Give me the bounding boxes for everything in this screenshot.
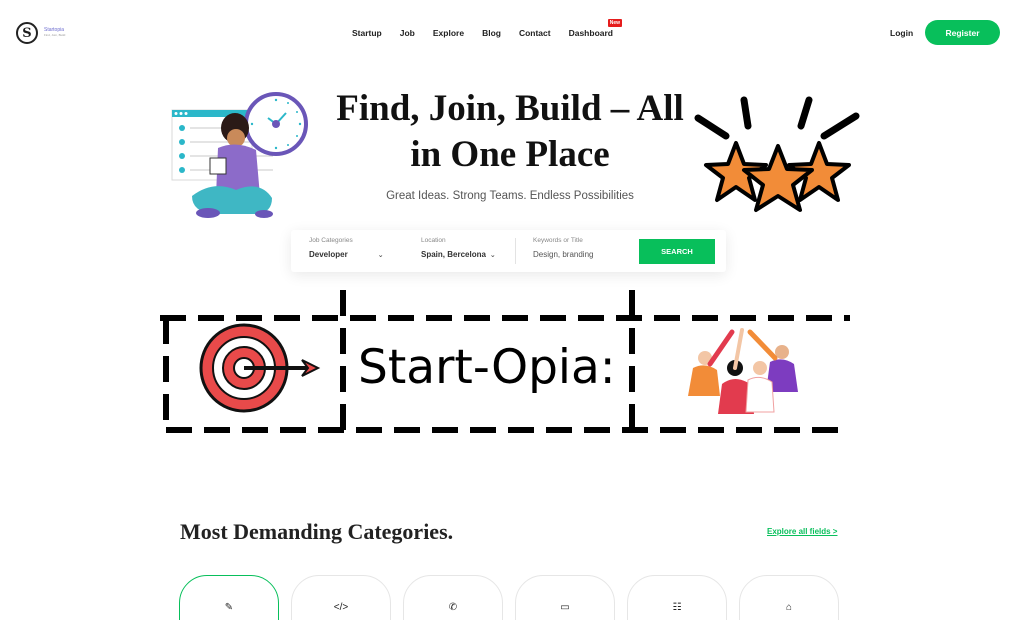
location-value: Spain, Bercelona [421,250,486,259]
category-label: Job Categories [309,237,353,244]
keywords-input[interactable]: Design, branding [533,250,593,259]
logo[interactable]: S Startopia Find, Join, Build [16,22,65,44]
category-cards: ✎ </> ✆ ▭ ☷ ⌂ [179,575,839,620]
keywords-label: Keywords or Title [533,237,583,244]
chevron-down-icon: ⌄ [377,251,384,259]
hero-title-line2: in One Place [410,134,610,175]
logo-mark: S [16,22,38,44]
keywords-field[interactable]: Keywords or Title Design, branding [533,237,593,259]
new-badge: New [607,19,622,27]
search-button[interactable]: SEARCH [639,239,715,264]
person-clock-illustration [171,92,308,218]
hero-subtitle: Great Ideas. Strong Teams. Endless Possi… [386,190,634,202]
job-search-bar: Job Categories Developer ⌄ Location Spai… [291,230,726,272]
divider [515,238,516,264]
location-select[interactable]: Spain, Bercelona ⌄ [421,250,496,259]
briefcase-icon: ▭ [560,602,570,613]
explore-all-fields-link[interactable]: Explore all fields > [767,527,837,536]
nav-job[interactable]: Job [400,28,415,38]
nav-blog[interactable]: Blog [482,28,501,38]
location-label: Location [421,237,446,244]
list-icon: ☷ [672,602,682,613]
category-value: Developer [309,250,348,259]
category-card[interactable]: ✆ [403,575,503,620]
hero-title: Find, Join, Build – All in One Place [300,86,720,178]
hero-title-line1: Find, Join, Build – All [336,88,684,129]
logo-text: Startopia Find, Join, Build [44,28,65,38]
category-card[interactable]: </> [291,575,391,620]
category-card[interactable]: ☷ [627,575,727,620]
logo-tagline: Find, Join, Build [44,33,66,37]
code-icon: </> [333,602,349,613]
nav-startup[interactable]: Startup [352,28,382,38]
nav-explore[interactable]: Explore [433,28,464,38]
target-icon [199,323,321,413]
main-nav: Startup Job Explore Blog Contact Dashboa… [352,19,622,38]
brand-title: Start-Opia: [358,340,616,395]
category-card[interactable]: ✎ [179,575,279,620]
team-high-five-icon [688,328,798,414]
login-link[interactable]: Login [890,28,913,38]
location-field[interactable]: Location Spain, Bercelona ⌄ [421,237,496,259]
nav-dashboard-label: Dashboard [568,28,613,38]
chevron-down-icon: ⌄ [489,251,496,259]
register-button[interactable]: Register [925,20,1000,45]
category-card[interactable]: ▭ [515,575,615,620]
pen-icon: ✎ [224,602,234,613]
categories-title: Most Demanding Categories. [180,519,454,544]
nav-contact[interactable]: Contact [519,28,551,38]
nav-dashboard[interactable]: Dashboard New [568,19,622,38]
category-select[interactable]: Developer ⌄ [309,250,384,259]
phone-icon: ✆ [448,602,458,613]
bank-icon: ⌂ [785,602,793,613]
category-field[interactable]: Job Categories Developer ⌄ [309,237,384,259]
category-card[interactable]: ⌂ [739,575,839,620]
